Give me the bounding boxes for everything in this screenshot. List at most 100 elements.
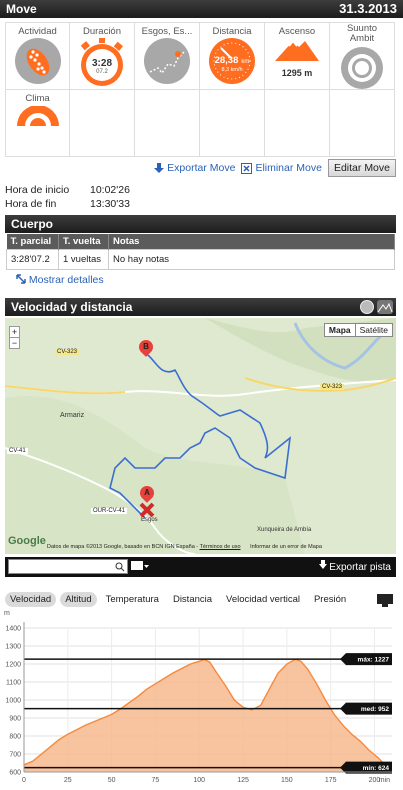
marker-label: B: [143, 342, 149, 351]
time-info: Hora de inicio 10:02'26 Hora de fin 13:30'…: [5, 183, 130, 211]
tile-duration[interactable]: Duración 3:28 07.2: [70, 23, 135, 90]
y-tick-label: 1400: [5, 626, 21, 633]
body-section-header: Cuerpo: [5, 215, 396, 233]
export-move-link[interactable]: Exportar Move: [154, 162, 235, 174]
screen-icon[interactable]: [130, 560, 150, 574]
x-axis-unit: min: [379, 777, 390, 784]
altitude-area: [24, 659, 387, 772]
altitude-chart: m 600 700 800 900 1000 1100 1200 1300 1400 0 25 50 75…: [4, 610, 392, 784]
map-marker-b[interactable]: B: [136, 337, 156, 357]
column-header: Notas: [108, 234, 395, 250]
x-tick-label: 150: [281, 777, 293, 784]
column-header: T. parcial: [6, 234, 59, 250]
x-tick-label: 50: [108, 777, 116, 784]
search-icon: [115, 562, 125, 572]
table-cell: No hay notas: [108, 249, 395, 270]
duration-value: 3:28: [91, 58, 112, 69]
route-map[interactable]: CV-323 CV-323 CV-41 OUR-CV-41 Armariz Es…: [5, 318, 396, 554]
x-tick-label: 175: [325, 777, 337, 784]
x-tick-label: 75: [152, 777, 160, 784]
tile-distance[interactable]: Distancia 28,38 km 8,3 km/h: [200, 23, 265, 90]
start-time-label: Hora de inicio: [5, 184, 70, 196]
chart-tabs: Velocidad Altitud Temperatura Distancia …: [5, 592, 351, 607]
google-logo: Google: [8, 535, 46, 547]
speed-section-header: Velocidad y distancia: [5, 298, 396, 316]
end-time-value: 13:30'33: [90, 198, 130, 210]
tile-weather[interactable]: Clima: [5, 90, 70, 157]
speedometer-icon: 28,38 km 8,3 km/h: [209, 38, 255, 84]
export-track-link[interactable]: Exportar pista: [318, 560, 391, 573]
road-label: CV-41: [7, 448, 28, 454]
tile-activity[interactable]: Actividad: [5, 23, 70, 90]
map-attribution: Datos de mapa ©2013 Google, basado en BC…: [47, 544, 322, 550]
y-tick-label: 600: [9, 770, 21, 777]
tile-label: Esgos, Es...: [141, 26, 193, 37]
laps-table: T. parcial T. vuelta Notas 3:28'07.2 1 v…: [6, 234, 395, 270]
y-tick-label: 1000: [5, 698, 21, 705]
stopwatch-icon: 3:28 07.2: [79, 37, 125, 87]
edit-move-button[interactable]: Editar Move: [327, 159, 396, 177]
y-tick-label: 700: [9, 752, 21, 759]
reference-label: med: 952: [361, 706, 390, 713]
x-tick-label: 125: [237, 777, 249, 784]
tile-location[interactable]: Esgos, Es...: [135, 23, 200, 90]
tile-label: Distancia: [212, 26, 252, 37]
move-title: Move: [6, 2, 37, 16]
tab-vertical-speed[interactable]: Velocidad vertical: [221, 592, 305, 607]
tab-temperature[interactable]: Temperatura: [101, 592, 164, 607]
tab-distance[interactable]: Distancia: [168, 592, 217, 607]
download-icon: [318, 560, 327, 569]
weather-icon: [15, 105, 61, 131]
export-track-label: Exportar pista: [329, 562, 391, 573]
start-time-row: Hora de inicio 10:02'26: [5, 183, 130, 197]
delete-move-link[interactable]: Eliminar Move: [241, 162, 322, 174]
tile-empty: [70, 90, 135, 157]
map-type-satellite-button[interactable]: Satélite: [355, 323, 393, 337]
tab-altitude[interactable]: Altitud: [60, 592, 97, 607]
globe-icon[interactable]: [360, 300, 374, 314]
report-error-link[interactable]: Informar de un error de Mapa: [250, 544, 322, 550]
tile-label: Duración: [82, 26, 122, 37]
move-date: 31.3.2013: [339, 1, 397, 16]
zoom-out-button[interactable]: −: [9, 338, 20, 349]
y-axis-unit: m: [4, 610, 10, 617]
y-tick-label: 1100: [6, 680, 21, 687]
table-cell: 3:28'07.2: [6, 249, 59, 270]
show-details-label: Mostrar detalles: [28, 274, 104, 286]
distance-unit: km: [241, 59, 250, 65]
tile-device[interactable]: Suunto Ambit: [330, 23, 395, 90]
reference-label: máx: 1227: [358, 657, 390, 664]
map-marker-a[interactable]: A: [137, 483, 157, 503]
terrain-icon[interactable]: [377, 300, 393, 314]
tile-label: Clima: [25, 93, 50, 104]
x-tick-label: 100: [193, 777, 205, 784]
search-input[interactable]: [8, 559, 128, 574]
laps-table-header: T. parcial T. vuelta Notas: [6, 234, 395, 250]
summary-tiles: Actividad Duración 3:28 07.2 Esgos, Es..…: [5, 22, 395, 157]
tab-speed[interactable]: Velocidad: [5, 592, 57, 607]
attribution-text: Datos de mapa ©2013 Google, basado en BC…: [47, 544, 199, 550]
x-tick-label: 0: [22, 777, 26, 784]
show-details-link[interactable]: Mostrar detalles: [16, 274, 104, 286]
road-label: CV-323: [55, 349, 80, 355]
tile-ascent[interactable]: Ascenso 1295 m: [265, 23, 330, 90]
map-search-bar: Exportar pista: [5, 557, 396, 577]
download-icon: [154, 162, 165, 173]
table-row: 3:28'07.2 1 vueltas No hay notas: [6, 249, 395, 270]
speed-section-title: Velocidad y distancia: [11, 300, 133, 314]
tab-pressure[interactable]: Presión: [309, 592, 351, 607]
y-tick-label: 1200: [5, 662, 21, 669]
terms-link[interactable]: Términos de uso: [200, 544, 241, 550]
tile-empty: [135, 90, 200, 157]
distance-value: 28,38: [214, 55, 239, 66]
duration-sub: 07.2: [96, 69, 108, 75]
x-tick-label: 25: [64, 777, 72, 784]
zoom-in-button[interactable]: +: [9, 326, 20, 338]
body-section-title: Cuerpo: [11, 217, 53, 231]
place-label: Armariz: [60, 412, 85, 419]
zoom-controls: + −: [9, 326, 20, 349]
end-time-row: Hora de fin 13:30'33: [5, 197, 130, 211]
delete-move-label: Eliminar Move: [255, 162, 322, 174]
map-type-map-button[interactable]: Mapa: [323, 323, 356, 337]
tile-empty: [265, 90, 330, 157]
